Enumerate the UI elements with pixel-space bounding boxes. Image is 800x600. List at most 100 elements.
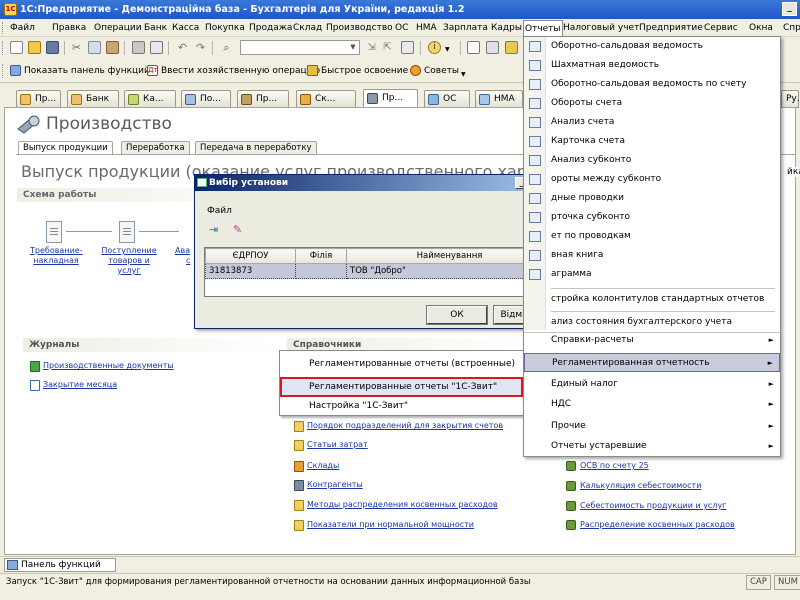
help-icon[interactable]: i bbox=[428, 41, 441, 54]
dir-counterparties[interactable]: Контрагенты bbox=[294, 480, 363, 491]
redo-icon[interactable]: ↷ bbox=[194, 41, 207, 54]
menu-item-accounting-analysis[interactable]: ализ состояния бухгалтерского учета bbox=[524, 313, 780, 332]
menu-edit[interactable]: Правка bbox=[52, 21, 86, 35]
advance-link[interactable]: Ава bbox=[175, 246, 190, 255]
chevron-down-icon[interactable]: ▼ bbox=[445, 46, 451, 59]
menu-service[interactable]: Сервис bbox=[704, 21, 738, 35]
dir-normal-capacity[interactable]: Показатели при нормальной мощности bbox=[294, 520, 474, 531]
cut-icon[interactable]: ✂ bbox=[70, 41, 83, 54]
menu-item-subconto-analysis[interactable]: Анализ субконто bbox=[524, 151, 780, 170]
menu-item-account-turnover[interactable]: Обороты счета bbox=[524, 94, 780, 113]
dir-departments-order[interactable]: Порядок подразделений для закрытия счето… bbox=[294, 421, 503, 432]
edit-row-icon[interactable]: ✎ bbox=[233, 223, 242, 236]
menu-item-turnover-account[interactable]: Оборотно-сальдовая ведомость по счету bbox=[524, 75, 780, 94]
menu-item-header-setup[interactable]: стройка колонтитулов стандартных отчетов bbox=[524, 290, 780, 309]
search-input[interactable] bbox=[240, 40, 360, 55]
toolbar-grip[interactable] bbox=[2, 41, 5, 55]
subtab-output[interactable]: Выпуск продукции bbox=[18, 141, 113, 155]
cell-name[interactable]: ТОВ "Добро" bbox=[346, 263, 553, 279]
column-header-name[interactable]: Найменування bbox=[346, 248, 553, 264]
accounts-icon[interactable] bbox=[505, 41, 518, 54]
print-preview-icon[interactable] bbox=[150, 41, 163, 54]
menu-item-chess-sheet[interactable]: Шахматная ведомость bbox=[524, 56, 780, 75]
menu-item-other[interactable]: Прочие bbox=[524, 417, 780, 436]
menu-item-1c-zvit[interactable]: Регламентированные отчеты "1С-Звит" bbox=[280, 377, 523, 397]
menu-item-turnover-balance[interactable]: Оборотно-сальдовая ведомость bbox=[524, 37, 780, 56]
dialog-menu-file[interactable]: Файл bbox=[207, 206, 232, 216]
dialog-title-bar[interactable]: Вибір установи _ □ × bbox=[195, 175, 559, 191]
menu-reports[interactable]: Отчеты bbox=[523, 20, 563, 37]
tab-production-1[interactable]: Пр... bbox=[16, 90, 61, 108]
show-function-panel-button[interactable]: Показать панель функций bbox=[10, 64, 150, 78]
tab-intangibles[interactable]: НМА bbox=[475, 90, 523, 108]
open-folder-icon[interactable] bbox=[28, 41, 41, 54]
quick-start-button[interactable]: Быстрое освоение bbox=[307, 64, 408, 78]
menu-help[interactable]: Спр bbox=[783, 21, 800, 35]
menu-sales[interactable]: Продажа bbox=[249, 21, 292, 35]
tab-cash[interactable]: Ка... bbox=[124, 90, 176, 108]
menu-fixed-assets[interactable]: ОС bbox=[395, 21, 408, 35]
schema-link-trunc[interactable]: с bbox=[186, 256, 190, 265]
paste-icon[interactable] bbox=[106, 41, 119, 54]
dir-distribution-methods[interactable]: Методы распределения косвенных расходов bbox=[294, 500, 498, 511]
calculator-icon[interactable] bbox=[486, 41, 499, 54]
report-indirect-costs[interactable]: Распределение косвенных расходов bbox=[566, 520, 735, 530]
menu-operations[interactable]: Операции bbox=[94, 21, 142, 35]
chevron-down-icon[interactable]: ▼ bbox=[348, 42, 358, 55]
menu-item-subconto-card[interactable]: рточка субконто bbox=[524, 208, 780, 227]
find-prev-icon[interactable]: ⇱ bbox=[381, 41, 394, 54]
add-row-icon[interactable]: ⇥ bbox=[209, 223, 218, 236]
report-costing[interactable]: Калькуляция себестоимости bbox=[566, 481, 701, 491]
cell-edrpou[interactable]: 31813873 bbox=[205, 263, 296, 279]
minimize-button[interactable]: _ bbox=[782, 2, 797, 16]
report-product-cost[interactable]: Себестоимость продукции и услуг bbox=[566, 501, 726, 511]
menu-windows[interactable]: Окна bbox=[749, 21, 773, 35]
tab-production-active[interactable]: Пр... bbox=[363, 89, 418, 109]
enter-operation-button[interactable]: Дт Ввести хозяйственную операцию bbox=[147, 64, 320, 78]
menu-cash[interactable]: Касса bbox=[172, 21, 199, 35]
toolbar-grip[interactable] bbox=[2, 64, 5, 78]
menu-production[interactable]: Производство bbox=[326, 21, 393, 35]
menu-item-obsolete-reports[interactable]: Отчеты устаревшие bbox=[524, 437, 780, 456]
dir-warehouses[interactable]: Склады bbox=[294, 461, 339, 472]
tab-sales[interactable]: Пр... bbox=[237, 90, 289, 108]
print-icon[interactable] bbox=[132, 41, 145, 54]
menu-item-vat[interactable]: НДС bbox=[524, 395, 780, 414]
tips-button[interactable]: Советы bbox=[410, 64, 459, 78]
menu-item-single-tax[interactable]: Единый налог bbox=[524, 375, 780, 394]
journal-month-close[interactable]: Закрытие месяца bbox=[30, 380, 117, 391]
menu-item-account-card[interactable]: Карточка счета bbox=[524, 132, 780, 151]
menu-intangibles[interactable]: НМА bbox=[416, 21, 437, 35]
table-row[interactable]: 31813873 ТОВ "Добро" bbox=[205, 263, 553, 279]
menu-item-summary-entries[interactable]: дные проводки bbox=[524, 189, 780, 208]
menu-hr[interactable]: Кадры bbox=[491, 21, 522, 35]
find-next-icon[interactable]: ⇲ bbox=[365, 41, 378, 54]
search-icon[interactable]: ⌕ bbox=[220, 41, 233, 54]
menubar-grip[interactable] bbox=[2, 22, 5, 34]
menu-item-subconto-turnover[interactable]: ороты между субконто bbox=[524, 170, 780, 189]
subtab-transfer[interactable]: Передача в переработку bbox=[195, 141, 317, 155]
menu-file[interactable]: Файл bbox=[10, 21, 35, 35]
menu-item-account-analysis[interactable]: Анализ счета bbox=[524, 113, 780, 132]
tab-purchase[interactable]: По... bbox=[181, 90, 231, 108]
report-osv-25[interactable]: ОСВ по счету 25 bbox=[566, 461, 649, 471]
function-panel-tab[interactable]: Панель функций bbox=[4, 558, 116, 572]
tab-bank[interactable]: Банк bbox=[67, 90, 119, 108]
copy-icon[interactable] bbox=[88, 41, 101, 54]
menu-bank[interactable]: Банк bbox=[144, 21, 167, 35]
tab-fixed-assets[interactable]: ОС bbox=[424, 90, 470, 108]
menu-enterprise[interactable]: Предприятие bbox=[639, 21, 703, 35]
subtab-processing[interactable]: Переработка bbox=[121, 141, 190, 155]
requisition-doc-icon[interactable] bbox=[46, 221, 62, 243]
chevron-down-icon[interactable]: ▼ bbox=[461, 71, 466, 78]
menu-item-regulated-reporting[interactable]: Регламентированная отчетность bbox=[524, 353, 780, 373]
receipt-link[interactable]: Поступление товаров и услуг bbox=[98, 246, 160, 276]
receipt-doc-icon[interactable] bbox=[119, 221, 135, 243]
dir-cost-items[interactable]: Статьи затрат bbox=[294, 440, 368, 451]
menu-item-general-ledger[interactable]: вная книга bbox=[524, 246, 780, 265]
requisition-link[interactable]: Требование-накладная bbox=[30, 246, 83, 266]
tab-warehouse[interactable]: Ск... bbox=[296, 90, 356, 108]
menu-salary[interactable]: Зарплата bbox=[443, 21, 488, 35]
calendar-icon[interactable] bbox=[467, 41, 480, 54]
column-header-branch[interactable]: Філія bbox=[295, 248, 347, 264]
